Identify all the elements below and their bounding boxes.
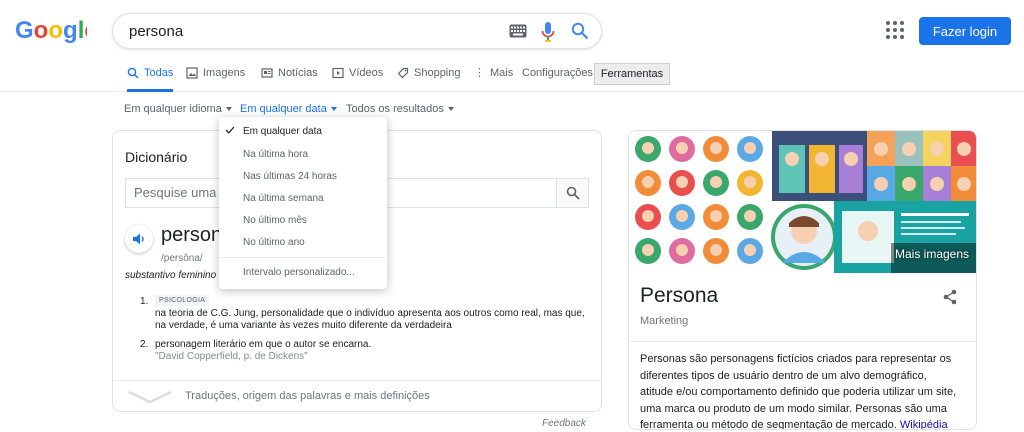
login-button[interactable]: Fazer login — [919, 17, 1011, 45]
menu-item-any-date[interactable]: Em qualquer data — [243, 126, 322, 137]
definition-quote: "David Copperfield, p. de Dickens" — [155, 351, 308, 362]
date-dropdown-menu: Em qualquer data Na última hora Nas últi… — [219, 117, 387, 289]
wikipedia-link[interactable]: Wikipédia — [900, 419, 948, 429]
menu-item-last-week[interactable]: Na última semana — [243, 193, 324, 204]
definition-number: 2. — [140, 339, 149, 350]
divider — [219, 257, 387, 258]
filter-label: Em qualquer idioma — [124, 103, 222, 115]
tab-label: Vídeos — [349, 67, 384, 79]
image-icon — [186, 67, 198, 79]
menu-item-last-month[interactable]: No último mês — [243, 215, 307, 226]
keyboard-icon[interactable] — [509, 24, 527, 38]
definition-text: personagem literário em que o autor se e… — [155, 339, 372, 350]
kp-subtitle: Marketing — [640, 315, 689, 327]
tab-shopping[interactable]: Shopping — [397, 56, 461, 90]
definition-number: 1. — [140, 296, 149, 307]
subject-tag: PSICOLOGIA — [155, 295, 210, 306]
results-filter[interactable]: Todos os resultados — [346, 103, 454, 115]
tab-videos[interactable]: Vídeos — [332, 56, 383, 90]
divider — [629, 341, 976, 342]
tab-news[interactable]: Notícias — [261, 56, 318, 90]
language-filter[interactable]: Em qualquer idioma — [124, 103, 232, 115]
more-definitions-link[interactable]: Traduções, origem das palavras e mais de… — [185, 390, 430, 402]
tab-settings[interactable]: Configurações — [522, 56, 593, 90]
svg-text:Google: Google — [15, 17, 87, 44]
more-icon: ⋮ — [474, 67, 485, 79]
date-filter[interactable]: Em qualquer data — [240, 103, 337, 115]
menu-item-custom-range[interactable]: Intervalo personalizado... — [243, 267, 355, 278]
search-input[interactable]: persona — [129, 23, 183, 40]
google-logo[interactable]: Google — [15, 14, 87, 46]
video-icon — [332, 67, 344, 79]
dictionary-search-button[interactable] — [556, 178, 589, 208]
tag-icon — [397, 67, 409, 79]
phonetic: /persôna/ — [161, 253, 203, 264]
tab-label: Imagens — [203, 67, 246, 79]
menu-item-last-24h[interactable]: Nas últimas 24 horas — [243, 171, 337, 182]
knowledge-panel: Mais imagens Persona Marketing Personas … — [628, 130, 977, 430]
search-icon — [127, 67, 139, 79]
menu-item-last-hour[interactable]: Na última hora — [243, 149, 308, 160]
feedback-link[interactable]: Feedback — [542, 418, 586, 429]
caret-down-icon — [225, 107, 232, 112]
menu-item-last-year[interactable]: No último ano — [243, 237, 305, 248]
tab-label: Shopping — [414, 67, 461, 79]
divider — [113, 380, 601, 381]
speaker-icon — [133, 233, 144, 245]
share-icon[interactable] — [942, 289, 958, 305]
pronunciation-button[interactable] — [125, 225, 153, 253]
more-images-link[interactable]: Mais imagens — [895, 247, 969, 261]
news-icon — [261, 68, 273, 78]
search-icon[interactable] — [571, 22, 589, 40]
apps-grid-icon[interactable] — [886, 21, 904, 39]
tab-label: Notícias — [278, 67, 318, 79]
search-box[interactable]: persona — [112, 13, 602, 49]
caret-down-icon — [447, 107, 454, 112]
kp-description: Personas são personagens fictícios criad… — [640, 351, 962, 429]
filter-label: Em qualquer data — [240, 103, 327, 115]
caret-down-icon — [330, 107, 337, 112]
microphone-icon[interactable] — [541, 22, 555, 42]
filter-label: Todos os resultados — [346, 103, 444, 115]
tab-label: Configurações — [522, 67, 593, 79]
tab-all[interactable]: Todas — [127, 56, 174, 92]
kp-title: Persona — [640, 284, 719, 307]
definition-text: na teoria de C.G. Jung, personalidade qu… — [155, 308, 585, 331]
tab-label: Todas — [144, 66, 174, 79]
part-of-speech: substantivo feminino — [125, 270, 217, 281]
checkmark-icon — [225, 126, 235, 134]
search-tabs: Todas Imagens Notícias Vídeos Shopping ⋮… — [0, 56, 1024, 92]
tools-button[interactable]: Ferramentas — [594, 63, 670, 85]
tab-images[interactable]: Imagens — [186, 56, 245, 90]
tab-label: Mais — [490, 67, 514, 79]
chevron-down-icon[interactable] — [125, 389, 175, 405]
tab-more[interactable]: ⋮ Mais — [474, 56, 513, 90]
search-icon — [566, 186, 580, 200]
dictionary-title: Dicionário — [125, 149, 188, 165]
